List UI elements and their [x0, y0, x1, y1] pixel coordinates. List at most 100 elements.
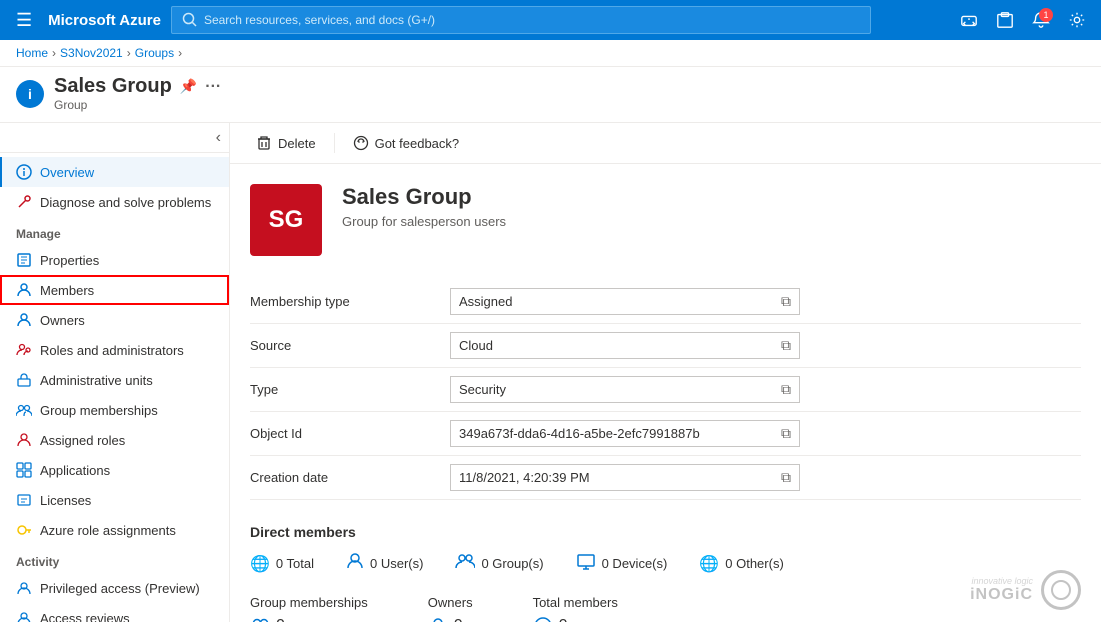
device-icon-stat [576, 552, 596, 575]
total-members-icon [533, 616, 553, 622]
resource-title-group: Sales Group 📌 ··· Group [54, 75, 221, 112]
brand-name: Microsoft Azure [48, 12, 161, 29]
bottom-stats: Group memberships 0 Owners 0 [250, 595, 1081, 622]
sidebar-item-azure-roles[interactable]: Azure role assignments [0, 515, 229, 545]
prop-label-objectid: Object Id [250, 412, 450, 456]
resource-icon: i [16, 80, 44, 108]
prop-row-creation: Creation date 11/8/2021, 4:20:39 PM ⧉ [250, 456, 1081, 500]
copy-creation-icon[interactable]: ⧉ [781, 469, 791, 486]
copy-type-icon[interactable]: ⧉ [781, 381, 791, 398]
feedback-icon [353, 135, 369, 151]
sidebar-label-owners: Owners [40, 313, 85, 328]
panel-toolbar: Delete Got feedback? [230, 123, 1101, 164]
sidebar-item-group-memberships[interactable]: Group memberships [0, 395, 229, 425]
prop-row-objectid: Object Id 349a673f-dda6-4d16-a5be-2efc79… [250, 412, 1081, 456]
search-bar[interactable]: Search resources, services, and docs (G+… [171, 6, 871, 34]
stat-users: 0 User(s) [346, 552, 423, 575]
sidebar-item-applications[interactable]: Applications [0, 455, 229, 485]
prop-value-source: Cloud ⧉ [450, 332, 800, 359]
hamburger-menu[interactable]: ☰ [10, 6, 38, 35]
sidebar-section-activity: Activity [0, 545, 229, 573]
notifications-icon[interactable]: 1 [1027, 6, 1055, 34]
sidebar-label-azure-roles: Azure role assignments [40, 523, 176, 538]
sidebar-item-roles-admin[interactable]: Roles and administrators [0, 335, 229, 365]
members-stats: 🌐 0 Total 0 User(s) 0 Group(s) [250, 552, 1081, 575]
group-memberships-label: Group memberships [250, 595, 368, 610]
owners-value: 0 [428, 616, 473, 622]
delete-label: Delete [278, 136, 316, 151]
sidebar-item-licenses[interactable]: Licenses [0, 485, 229, 515]
group-header: SG Sales Group Group for salesperson use… [250, 184, 1081, 256]
sidebar-item-access-reviews[interactable]: Access reviews [0, 603, 229, 622]
directory-icon[interactable] [991, 6, 1019, 34]
collapse-button[interactable]: ‹ [216, 129, 221, 147]
overview-icon [16, 164, 32, 180]
sidebar-label-members: Members [40, 283, 94, 298]
main-panel: Delete Got feedback? SG Sales Group Grou [230, 123, 1101, 622]
properties-icon [16, 252, 32, 268]
prop-label-source: Source [250, 324, 450, 368]
owners-icon [16, 312, 32, 328]
bottom-stat-owners: Owners 0 [428, 595, 473, 622]
owners-icon [428, 616, 448, 622]
watermark: innovative logic iNOGiC [970, 570, 1081, 610]
sidebar-label-diagnose: Diagnose and solve problems [40, 195, 211, 210]
notification-badge: 1 [1039, 8, 1053, 22]
group-name: Sales Group [342, 184, 506, 210]
licenses-icon [16, 492, 32, 508]
main-wrapper: Home › S3Nov2021 › Groups › i Sales Grou… [0, 40, 1101, 622]
sidebar-section-manage: Manage [0, 217, 229, 245]
settings-icon[interactable] [1063, 6, 1091, 34]
sidebar-item-members[interactable]: Members [0, 275, 229, 305]
stat-groups: 0 Group(s) [455, 552, 543, 575]
prop-label-creation: Creation date [250, 456, 450, 500]
sidebar-collapse: ‹ [0, 123, 229, 153]
more-icon[interactable]: ··· [205, 78, 221, 96]
sidebar-label-privileged: Privileged access (Preview) [40, 581, 200, 596]
prop-row-source: Source Cloud ⧉ [250, 324, 1081, 368]
delete-button[interactable]: Delete [250, 131, 322, 155]
nav-icons: 1 [955, 6, 1091, 34]
privileged-icon [16, 580, 32, 596]
group-description: Group for salesperson users [342, 214, 506, 229]
assigned-roles-icon [16, 432, 32, 448]
user-icon-stat [346, 552, 364, 575]
copy-source-icon[interactable]: ⧉ [781, 337, 791, 354]
sidebar-label-group-memberships: Group memberships [40, 403, 158, 418]
stat-total: 🌐 0 Total [250, 554, 314, 574]
prop-row-membership: Membership type Assigned ⧉ [250, 280, 1081, 324]
sidebar-item-owners[interactable]: Owners [0, 305, 229, 335]
search-icon [182, 12, 198, 28]
breadcrumb-home[interactable]: Home [16, 46, 48, 60]
sidebar-item-overview[interactable]: Overview [0, 157, 229, 187]
direct-members-title: Direct members [250, 524, 1081, 540]
sidebar-nav: Overview Diagnose and solve problems Man… [0, 153, 229, 622]
sidebar-label-licenses: Licenses [40, 493, 91, 508]
total-members-label: Total members [533, 595, 618, 610]
total-members-value: 0 [533, 616, 618, 622]
sidebar-item-assigned-roles[interactable]: Assigned roles [0, 425, 229, 455]
roles-icon [16, 342, 32, 358]
breadcrumb-groups[interactable]: Groups [135, 46, 174, 60]
group-avatar: SG [250, 184, 322, 256]
sidebar-item-admin-units[interactable]: Administrative units [0, 365, 229, 395]
sidebar-item-privileged[interactable]: Privileged access (Preview) [0, 573, 229, 603]
bottom-stat-total-members: Total members 0 [533, 595, 618, 622]
group-memberships-value: 0 [250, 616, 368, 622]
cloud-shell-icon[interactable] [955, 6, 983, 34]
content-area: ‹ Overview Diagnose and solve problems M… [0, 123, 1101, 622]
stat-others: 🌐 0 Other(s) [699, 554, 783, 574]
breadcrumb-s3nov[interactable]: S3Nov2021 [60, 46, 123, 60]
copy-objectid-icon[interactable]: ⧉ [781, 425, 791, 442]
copy-membership-icon[interactable]: ⧉ [781, 293, 791, 310]
sidebar-label-admin-units: Administrative units [40, 373, 153, 388]
sidebar-label-roles-admin: Roles and administrators [40, 343, 184, 358]
pin-icon[interactable]: 📌 [180, 78, 197, 95]
stat-groups-label: 0 Group(s) [481, 556, 543, 571]
stat-users-label: 0 User(s) [370, 556, 423, 571]
page-title: Sales Group [54, 75, 172, 98]
sidebar-item-properties[interactable]: Properties [0, 245, 229, 275]
sidebar-item-diagnose[interactable]: Diagnose and solve problems [0, 187, 229, 217]
feedback-button[interactable]: Got feedback? [347, 131, 466, 155]
group-memberships-icon [16, 402, 32, 418]
